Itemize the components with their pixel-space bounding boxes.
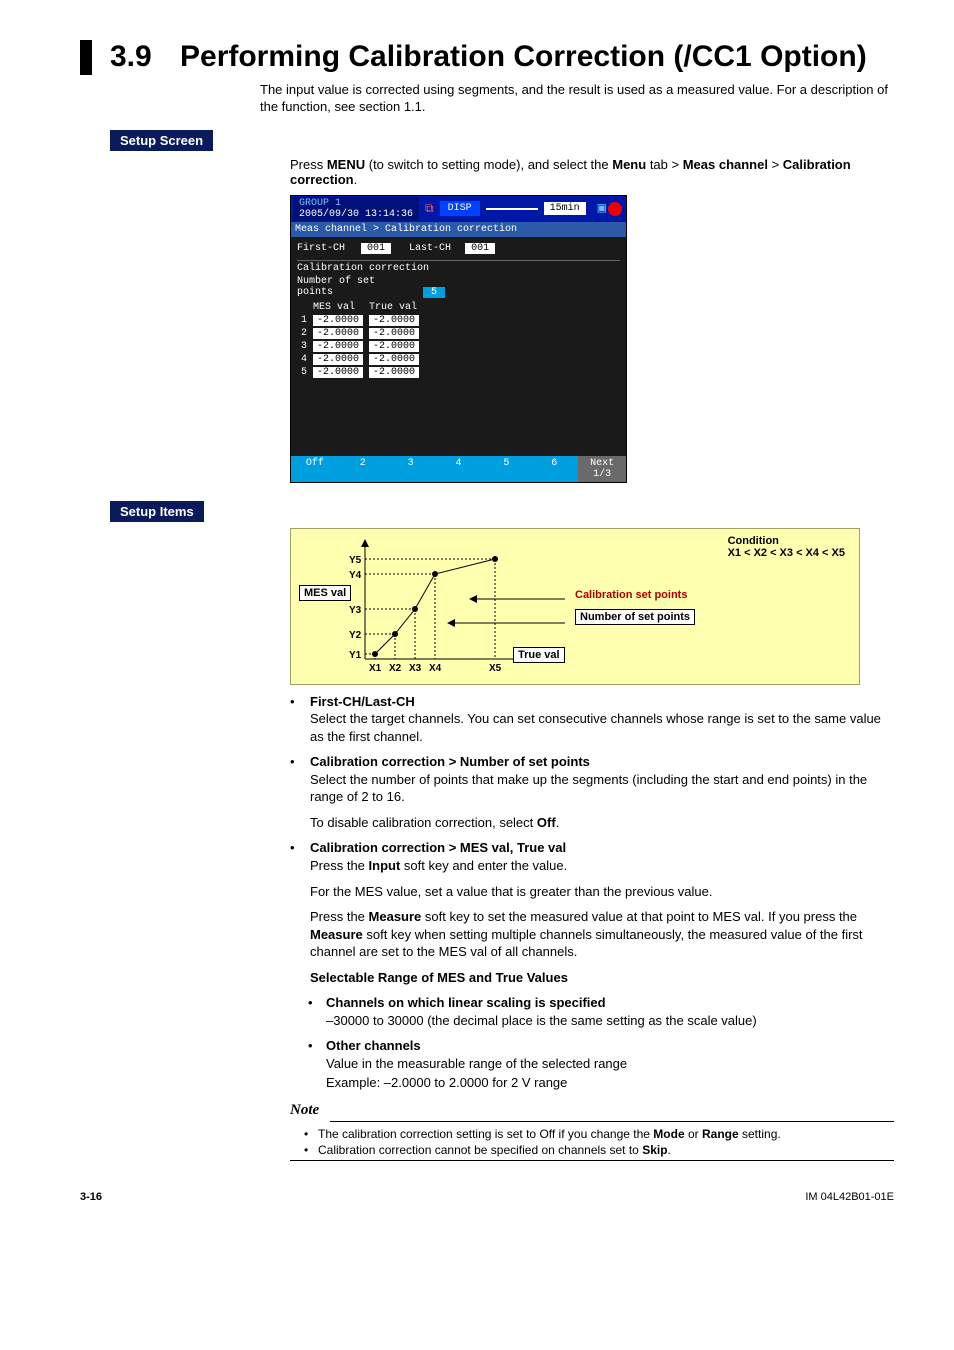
ss-group: GROUP 1 — [299, 198, 413, 209]
other-channels-heading: Other channels — [326, 1037, 421, 1055]
record-icon — [608, 202, 622, 216]
nsp-field[interactable]: 5 — [423, 287, 445, 298]
first-ch-label: First-CH — [297, 243, 355, 254]
true-val-label: True val — [513, 647, 565, 663]
item-first-body: Select the target channels. You can set … — [310, 710, 894, 745]
svg-text:Y5: Y5 — [349, 555, 362, 566]
svg-text:Y4: Y4 — [349, 570, 362, 581]
setup-items-label: Setup Items — [110, 501, 204, 522]
ss-interval[interactable]: 15min — [544, 202, 586, 215]
doc-id: IM 04L42B01-01E — [805, 1191, 894, 1203]
item-mes-l3: Press the Measure soft key to set the me… — [310, 908, 894, 961]
device-screenshot: GROUP 1 2005/09/30 13:14:36 ⧉ DISP 15min… — [290, 195, 627, 483]
item-nsp-heading: Calibration correction > Number of set p… — [310, 753, 590, 771]
note-heading: Note — [290, 1102, 894, 1119]
item-nsp-body2: To disable calibration correction, selec… — [310, 814, 894, 832]
item-nsp-body1: Select the number of points that make up… — [310, 771, 894, 806]
cc-box-title: Calibration correction — [297, 263, 429, 274]
note-1: •The calibration correction setting is s… — [304, 1126, 894, 1142]
other-channels-body2: Example: –2.0000 to 2.0000 for 2 V range — [326, 1074, 894, 1092]
camera-icon[interactable]: ▣ — [598, 200, 606, 217]
condition-body: X1 < X2 < X3 < X4 < X5 — [728, 547, 845, 559]
nsp-label: Number of set points — [297, 276, 417, 298]
first-ch-field[interactable]: 001 — [361, 243, 391, 254]
mes-val-label: MES val — [299, 585, 351, 601]
softkey-2[interactable]: 2 — [339, 456, 387, 482]
calibration-diagram: Y1 Y2 Y3 Y4 Y5 X1 X2 X3 X4 X5 MES val Tr… — [290, 528, 860, 685]
svg-text:Y1: Y1 — [349, 650, 362, 661]
table-row: 1-2.0000-2.0000 — [299, 315, 421, 326]
linear-scaling-body: –30000 to 30000 (the decimal place is th… — [326, 1012, 894, 1030]
svg-text:X5: X5 — [489, 663, 502, 674]
network-icon: ⧉ — [425, 202, 434, 216]
ss-datetime: 2005/09/30 13:14:36 — [299, 209, 413, 220]
page-number: 3-16 — [80, 1191, 102, 1203]
item-mes-l2: For the MES value, set a value that is g… — [310, 883, 894, 901]
softkey-off[interactable]: Off — [291, 456, 339, 482]
table-row: 4-2.0000-2.0000 — [299, 354, 421, 365]
linear-scaling-heading: Channels on which linear scaling is spec… — [326, 994, 606, 1012]
setup-screen-instruction: Press MENU (to switch to setting mode), … — [290, 157, 894, 187]
svg-text:X2: X2 — [389, 663, 402, 674]
other-channels-body1: Value in the measurable range of the sel… — [326, 1055, 894, 1073]
svg-text:Y2: Y2 — [349, 630, 362, 641]
condition-title: Condition — [728, 535, 779, 547]
softkey-6[interactable]: 6 — [530, 456, 578, 482]
table-row: 3-2.0000-2.0000 — [299, 341, 421, 352]
softkey-bar: Off 2 3 4 5 6 Next 1/3 — [291, 456, 626, 482]
softkey-3[interactable]: 3 — [387, 456, 435, 482]
nsp-label-diagram: Number of set points — [575, 609, 695, 625]
svg-text:X3: X3 — [409, 663, 422, 674]
table-row: 2-2.0000-2.0000 — [299, 328, 421, 339]
svg-text:X4: X4 — [429, 663, 442, 674]
setup-screen-label: Setup Screen — [110, 130, 213, 151]
softkey-5[interactable]: 5 — [482, 456, 530, 482]
calibration-table: MES valTrue val 1-2.0000-2.0000 2-2.0000… — [297, 300, 423, 380]
ss-disp[interactable]: DISP — [440, 201, 480, 216]
last-ch-field[interactable]: 001 — [465, 243, 495, 254]
selectable-range-heading: Selectable Range of MES and True Values — [310, 969, 894, 987]
ss-breadcrumb: Meas channel > Calibration correction — [291, 222, 626, 237]
softkey-4[interactable]: 4 — [435, 456, 483, 482]
note-2: •Calibration correction cannot be specif… — [304, 1142, 894, 1158]
svg-text:X1: X1 — [369, 663, 382, 674]
csp-label: Calibration set points — [575, 589, 687, 601]
softkey-next[interactable]: Next 1/3 — [578, 456, 626, 482]
ss-disp-value[interactable] — [486, 208, 538, 210]
svg-text:Y3: Y3 — [349, 605, 362, 616]
table-row: 5-2.0000-2.0000 — [299, 367, 421, 378]
item-mes-heading: Calibration correction > MES val, True v… — [310, 839, 566, 857]
section-title: Performing Calibration Correction (/CC1 … — [180, 40, 867, 75]
last-ch-label: Last-CH — [409, 243, 459, 254]
section-number: 3.9 — [110, 40, 180, 74]
item-first-heading: First-CH/Last-CH — [310, 693, 415, 711]
item-mes-l1: Press the Input soft key and enter the v… — [310, 857, 894, 875]
intro-text: The input value is corrected using segme… — [260, 81, 894, 116]
